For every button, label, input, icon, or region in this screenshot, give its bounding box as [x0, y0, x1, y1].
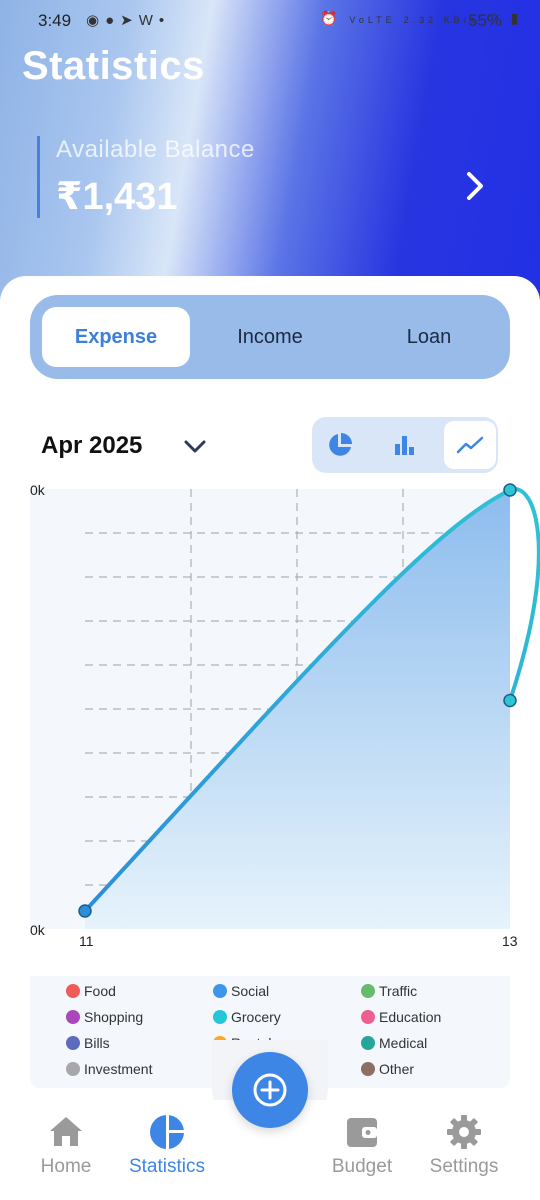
tab-loan[interactable]: Loan [355, 307, 503, 367]
home-icon [50, 1117, 82, 1146]
transaction-type-tabs: Expense Income Loan [30, 295, 510, 379]
legend-item: Traffic [361, 983, 417, 999]
nav-home[interactable]: Home [11, 1112, 121, 1178]
nav-statistics[interactable]: Statistics [112, 1112, 222, 1178]
legend-dot [361, 1010, 375, 1024]
legend-label: Other [379, 1061, 415, 1077]
legend-item: Shopping [66, 1009, 143, 1025]
balance-accent-bar [37, 136, 40, 218]
line-chart-icon [456, 436, 484, 454]
tab-expense[interactable]: Expense [42, 307, 190, 367]
legend-dot [213, 1010, 227, 1024]
y-tick-label: 0k [30, 482, 45, 498]
pie-chart-icon [329, 433, 352, 456]
legend-item: Other [361, 1061, 414, 1077]
battery-level: 55% [468, 11, 503, 30]
legend-item: Medical [361, 1035, 427, 1051]
legend-dot [66, 1036, 80, 1050]
legend-dot [213, 984, 227, 998]
status-time: 3:49 [38, 11, 72, 30]
legend-label: Food [84, 983, 116, 999]
data-point[interactable] [503, 693, 517, 708]
legend-dot [361, 1036, 375, 1050]
legend-dot [361, 984, 375, 998]
y-tick-label: 0k [30, 922, 45, 938]
wifi-calling-icon: W [138, 12, 159, 29]
chart-type-switch [312, 417, 498, 473]
legend-label: Social [231, 983, 270, 999]
page-title: Statistics [22, 44, 205, 88]
legend-label: Education [379, 1009, 442, 1025]
nav-budget-label: Budget [331, 1156, 393, 1177]
whatsapp-icon: ◉ [86, 12, 106, 29]
bar-chart-button[interactable] [378, 421, 430, 469]
signal-icon: ▮ [510, 10, 523, 26]
volte-icon: VoLTE [349, 15, 396, 25]
pie-chart-button[interactable] [314, 421, 366, 469]
month-selector-label[interactable]: Apr 2025 [41, 432, 142, 460]
x-tick-label: 13 [502, 933, 518, 949]
gear-icon [447, 1115, 481, 1149]
legend-label: Traffic [379, 983, 418, 999]
legend-label: Bills [84, 1035, 110, 1051]
legend-item: Investment [66, 1061, 152, 1077]
balance-label: Available Balance [56, 136, 255, 163]
legend-item: Social [213, 983, 269, 999]
legend-item: Food [66, 983, 116, 999]
dot-icon: • [158, 12, 171, 29]
legend-dot [66, 1010, 80, 1024]
x-tick-label: 11 [79, 933, 94, 949]
balance-value: ₹1,431 [56, 176, 178, 218]
legend-dot [361, 1062, 375, 1076]
bar-chart-icon [395, 436, 414, 455]
wallet-icon [347, 1118, 377, 1147]
legend-label: Investment [84, 1061, 153, 1077]
nav-budget[interactable]: Budget [307, 1112, 417, 1178]
nav-settings-label: Settings [429, 1156, 499, 1177]
chevron-down-icon[interactable] [182, 434, 208, 460]
line-chart-button[interactable] [444, 421, 496, 469]
nav-home-label: Home [40, 1156, 92, 1177]
chat-icon: ● [105, 12, 121, 29]
notification-icons: ◉●➤W• [86, 11, 170, 29]
plus-icon [253, 1073, 287, 1107]
data-point[interactable] [78, 904, 92, 918]
header-banner: 3:49 ◉●➤W• ⏰ VoLTE 2.32 KB/s ◠ ▮ 55% Sta… [0, 0, 540, 300]
legend-item: Bills [66, 1035, 110, 1051]
legend-item: Grocery [213, 1009, 281, 1025]
nav-statistics-label: Statistics [128, 1156, 206, 1177]
legend-label: Medical [379, 1035, 428, 1051]
expense-line-chart: 0k 0k 11 13 [0, 478, 540, 949]
alarm-icon: ⏰ [320, 10, 342, 26]
telegram-icon: ➤ [120, 12, 139, 29]
chevron-right-icon[interactable] [458, 166, 494, 206]
legend-dot [66, 984, 80, 998]
data-point[interactable] [503, 483, 517, 497]
statistics-icon [150, 1115, 184, 1149]
chart-svg [30, 483, 540, 929]
status-bar: 3:49 ◉●➤W• ⏰ VoLTE 2.32 KB/s ◠ ▮ 55% [0, 0, 540, 44]
tab-income[interactable]: Income [196, 307, 344, 367]
add-transaction-button[interactable] [232, 1052, 308, 1128]
legend-dot [66, 1062, 80, 1076]
nav-settings[interactable]: Settings [409, 1112, 519, 1178]
legend-item: Education [361, 1009, 441, 1025]
legend-label: Grocery [231, 1009, 281, 1025]
legend-label: Shopping [84, 1009, 144, 1025]
